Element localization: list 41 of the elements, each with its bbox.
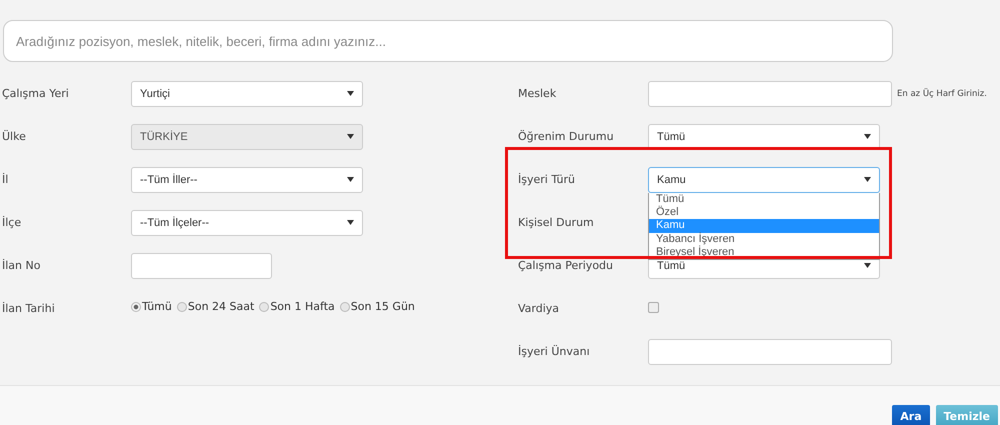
search-button[interactable]: Ara bbox=[892, 405, 930, 425]
field-label: İlan No bbox=[2, 259, 42, 272]
caret-icon bbox=[347, 220, 354, 225]
dropdown-select[interactable]: Yurtiçi bbox=[131, 80, 363, 106]
caret-icon bbox=[864, 177, 871, 182]
search-field[interactable]: Aradığınız pozisyon, meslek, nitelik, beceri, firma adını yazınız... bbox=[3, 20, 893, 62]
field-label: İşyeri Türü bbox=[518, 173, 576, 186]
checkbox[interactable] bbox=[648, 302, 659, 312]
field-label: Vardiya bbox=[518, 302, 560, 315]
caret-icon bbox=[347, 134, 354, 139]
hint-text: En az Üç Harf Giriniz. bbox=[897, 88, 987, 98]
text-field[interactable] bbox=[131, 252, 272, 278]
text-field[interactable] bbox=[648, 338, 892, 364]
caret-icon bbox=[864, 134, 871, 139]
radio-icon[interactable] bbox=[131, 302, 141, 312]
dropdown-option[interactable]: Yabancı İşveren bbox=[649, 232, 879, 246]
field-label: Meslek bbox=[518, 87, 558, 100]
field-label: Kişisel Durum bbox=[518, 216, 595, 229]
dropdown-option[interactable]: Tümü bbox=[649, 192, 879, 206]
caret-icon bbox=[347, 91, 354, 96]
field-label: Öğrenim Durumu bbox=[518, 130, 615, 143]
radio-icon[interactable] bbox=[259, 302, 270, 312]
field-label: Çalışma Yeri bbox=[2, 87, 70, 100]
dropdown-option[interactable]: Özel bbox=[649, 206, 879, 220]
radio-icon[interactable] bbox=[340, 302, 350, 312]
field-label: Ülke bbox=[2, 130, 27, 143]
field-label: İlçe bbox=[2, 216, 22, 229]
field-label: İşyeri Ünvanı bbox=[518, 345, 591, 358]
dropdown-select[interactable]: Tümü bbox=[648, 124, 880, 150]
dropdown-select[interactable]: Kamu bbox=[648, 166, 880, 192]
radio-label: Tümü bbox=[142, 300, 172, 313]
caret-icon bbox=[347, 177, 354, 182]
radio-icon[interactable] bbox=[176, 302, 187, 312]
dropdown-select[interactable]: --Tüm İlçeler-- bbox=[131, 210, 363, 236]
field-label: İl bbox=[2, 173, 10, 186]
dropdown-select[interactable]: --Tüm İller-- bbox=[131, 166, 363, 192]
caret-icon bbox=[864, 263, 871, 268]
field-label: Çalışma Periyodu bbox=[518, 259, 614, 272]
field-label: İlan Tarihi bbox=[2, 302, 56, 315]
radio-option[interactable]: Tümü bbox=[131, 300, 172, 313]
text-field[interactable] bbox=[648, 80, 892, 106]
